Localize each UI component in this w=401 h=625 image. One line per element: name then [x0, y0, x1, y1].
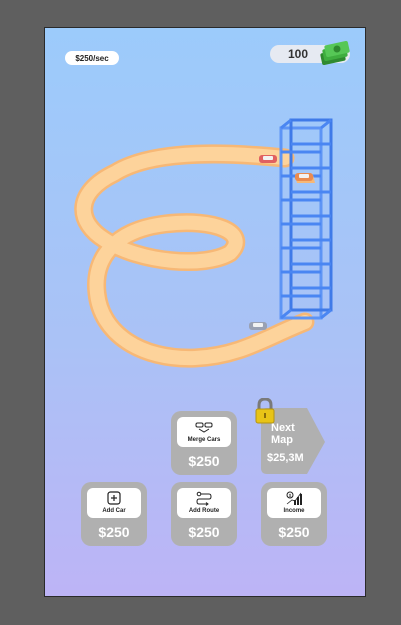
- add-car-button[interactable]: Add Car $250: [81, 482, 147, 546]
- route-icon: [196, 491, 212, 506]
- svg-text:$: $: [289, 493, 292, 498]
- add-route-button[interactable]: Add Route $250: [171, 482, 237, 546]
- plus-square-icon: [107, 491, 121, 505]
- income-rate-label: $250/sec: [75, 53, 109, 63]
- add-route-label: Add Route: [188, 508, 220, 514]
- padlock-icon: [255, 398, 275, 424]
- add-route-price: $250: [188, 524, 220, 540]
- merge-cars-price: $250: [188, 453, 220, 469]
- add-car-label: Add Car: [102, 508, 126, 514]
- income-price: $250: [278, 524, 310, 540]
- income-chart-icon: $: [286, 491, 302, 505]
- income-rate-pill: $250/sec: [65, 51, 119, 65]
- add-car-price: $250: [98, 524, 130, 540]
- car: [249, 322, 267, 330]
- income-button[interactable]: $ Income $250: [261, 482, 327, 546]
- merge-cars-button[interactable]: Merge Cars $250: [171, 411, 237, 475]
- income-card: $ Income: [267, 488, 321, 518]
- next-map-title: Next Map: [271, 422, 295, 446]
- add-route-card: Add Route: [177, 488, 231, 518]
- money-value: 100: [288, 47, 309, 61]
- add-car-card: Add Car: [87, 488, 141, 518]
- car: [259, 155, 277, 163]
- cash-stack-icon: [320, 41, 350, 65]
- merge-cars-card: Merge Cars: [177, 417, 231, 447]
- car: [295, 173, 313, 181]
- track: [74, 144, 315, 368]
- game-screen[interactable]: $250/sec 100 Merge Cars $250 Next Map $2…: [44, 27, 366, 597]
- money-counter: 100: [270, 41, 350, 65]
- next-map-price: $25,3M: [267, 452, 304, 464]
- merge-cars-label: Merge Cars: [187, 437, 221, 443]
- merge-cars-icon: [195, 422, 213, 433]
- income-label: Income: [283, 508, 305, 514]
- next-map-button[interactable]: Next Map $25,3M: [255, 398, 325, 476]
